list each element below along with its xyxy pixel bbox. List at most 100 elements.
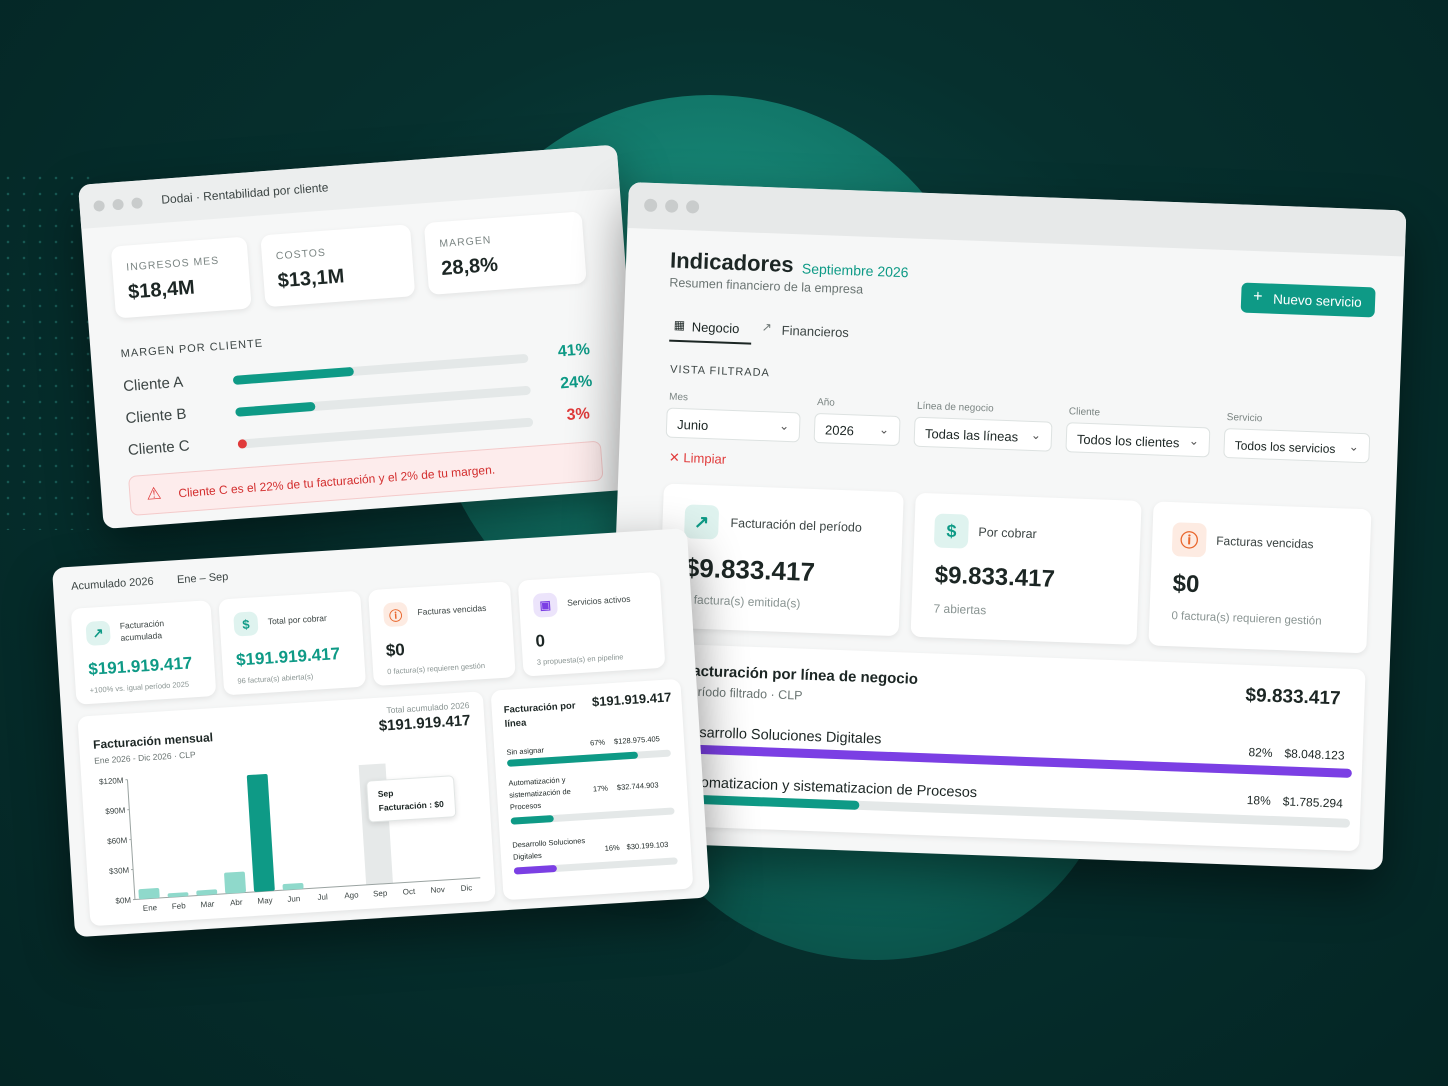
margin-bar-fill bbox=[232, 366, 355, 385]
x-tick-label: Jul bbox=[317, 892, 328, 902]
margin-bar-fill bbox=[237, 439, 248, 449]
page-title: Indicadores bbox=[669, 247, 795, 278]
kpi-sub: +100% vs. igual período 2025 bbox=[89, 679, 190, 695]
kpi-card-total-por-cobrar: $ Total por cobrar $191.919.417 96 factu… bbox=[218, 590, 367, 696]
client-pct: 24% bbox=[559, 373, 593, 393]
bar-ene[interactable] bbox=[138, 888, 160, 900]
x-tick-label: Ene bbox=[143, 903, 158, 913]
margin-bar-fill bbox=[235, 401, 316, 417]
monthly-chart-panel: Facturación mensual Ene 2026 - Dic 2026 … bbox=[77, 691, 496, 927]
line-value: $32.744.903 bbox=[616, 780, 659, 792]
kpi-sub: 3 propuesta(s) en pipeline bbox=[536, 652, 624, 667]
kpi-sub: 7 factura(s) emitida(s) bbox=[683, 592, 801, 611]
client-pct: 3% bbox=[566, 405, 591, 424]
panel-subtitle: Período filtrado · CLP bbox=[682, 684, 803, 703]
client-name: Cliente A bbox=[122, 373, 184, 396]
panel-total: $191.919.417 bbox=[591, 689, 672, 710]
panel-title: Facturación por línea bbox=[503, 700, 576, 730]
line-name: Sin asignar bbox=[506, 745, 545, 757]
kpi-value: $191.919.417 bbox=[235, 644, 341, 670]
kpi-value: 0 bbox=[534, 631, 546, 651]
kpi-label: COSTOS bbox=[275, 246, 327, 263]
kpi-card-margen: MARGEN 28,8% bbox=[423, 211, 587, 295]
lines-panel: Facturación por línea $191.919.417 Sin a… bbox=[490, 678, 694, 901]
filter-label: Cliente bbox=[1068, 406, 1101, 419]
clear-filters-link[interactable]: ✕ Limpiar bbox=[669, 450, 727, 468]
margin-bar bbox=[232, 353, 529, 385]
button-label: Nuevo servicio bbox=[1272, 291, 1362, 310]
x-tick-label: Abr bbox=[230, 898, 243, 908]
business-line-select[interactable]: Todas las líneas ⌄ bbox=[913, 416, 1053, 452]
x-tick-label: Oct bbox=[402, 887, 416, 897]
line-name: Desarrollo Soluciones Digitales bbox=[680, 724, 882, 748]
close-icon: ✕ bbox=[668, 449, 681, 466]
kpi-card-servicios-activos: ▣ Servicios activos 0 3 propuesta(s) en … bbox=[517, 571, 666, 677]
line-pct: 82% bbox=[1248, 745, 1273, 760]
x-tick-label: Feb bbox=[172, 901, 187, 911]
filter-label: Año bbox=[816, 397, 836, 409]
filter-label: Línea de negocio bbox=[916, 400, 994, 415]
kpi-card-facturacion-acumulada: ↗ Facturación acumulada $191.919.417 +10… bbox=[70, 600, 217, 705]
indicadores-window: Indicadores Septiembre 2026 Resumen fina… bbox=[604, 182, 1407, 871]
period-label: Septiembre 2026 bbox=[801, 260, 909, 281]
chart-subtitle: Ene 2026 - Dic 2026 · CLP bbox=[93, 749, 196, 766]
line-name: Automatización y sistematización de Proc… bbox=[508, 775, 572, 812]
year-select[interactable]: 2026 ⌄ bbox=[813, 412, 901, 447]
bar-may[interactable] bbox=[246, 773, 275, 892]
line-name: Desarrollo Soluciones Digitales bbox=[512, 836, 586, 862]
line-pct: 16% bbox=[604, 842, 620, 853]
kpi-value: $9.833.417 bbox=[934, 561, 1056, 593]
select-value: Todos los clientes bbox=[1076, 431, 1180, 451]
x-tick-label: May bbox=[257, 896, 273, 906]
line-bar-fill bbox=[510, 815, 554, 825]
line-bar-fill bbox=[678, 794, 860, 810]
kpi-card-por-cobrar: $ Por cobrar $9.833.417 7 abiertas bbox=[910, 492, 1142, 645]
tab-label: Financieros bbox=[781, 322, 850, 341]
tab-negocio[interactable]: ▦ Negocio bbox=[669, 313, 753, 345]
building-icon: ▦ bbox=[673, 317, 686, 333]
chart-total: $191.919.417 bbox=[378, 712, 471, 735]
x-tick-label: Sep bbox=[373, 889, 388, 899]
line-row: Desarrollo Soluciones Digitales 16% $30.… bbox=[491, 679, 681, 875]
month-select[interactable]: Junio ⌄ bbox=[665, 407, 801, 443]
client-pct: 41% bbox=[557, 341, 591, 361]
range-label: Ene – Sep bbox=[176, 570, 229, 587]
background-dots bbox=[0, 170, 90, 530]
chevron-down-icon: ⌄ bbox=[1348, 439, 1360, 454]
x-tick-label: Jun bbox=[287, 894, 300, 904]
kpi-sub: 0 factura(s) requieren gestión bbox=[1171, 610, 1322, 628]
select-value: Junio bbox=[676, 416, 709, 434]
select-value: 2026 bbox=[824, 422, 855, 439]
new-service-button[interactable]: + Nuevo servicio bbox=[1240, 282, 1376, 318]
kpi-value: $9.833.417 bbox=[684, 552, 816, 588]
x-tick-label: Mar bbox=[200, 899, 215, 909]
tooltip-month: Sep bbox=[377, 788, 394, 799]
y-tick-label: $60M bbox=[107, 836, 128, 846]
service-select[interactable]: Todos los servicios ⌄ bbox=[1223, 427, 1371, 464]
line-value: $8.048.123 bbox=[1284, 746, 1345, 763]
kpi-label: Facturas vencidas bbox=[417, 602, 487, 618]
line-pct: 18% bbox=[1246, 793, 1272, 808]
filtered-view-label: VISTA FILTRADA bbox=[669, 363, 771, 380]
kpi-card-ingresos: INGRESOS MES $18,4M bbox=[110, 236, 252, 319]
client-name: Cliente C bbox=[127, 437, 191, 459]
tab-financieros[interactable]: ↗ Financieros bbox=[759, 317, 860, 349]
kpi-value: 28,8% bbox=[440, 253, 499, 280]
kpi-label: INGRESOS MES bbox=[125, 254, 220, 274]
margin-bar bbox=[235, 385, 531, 417]
window-controls[interactable] bbox=[643, 198, 700, 214]
chevron-down-icon: ⌄ bbox=[878, 422, 890, 437]
bar-abr[interactable] bbox=[224, 871, 246, 894]
trend-icon: ↗ bbox=[761, 319, 773, 335]
client-select[interactable]: Todos los clientes ⌄ bbox=[1065, 422, 1211, 458]
line-value: $30.199.103 bbox=[626, 839, 669, 852]
kpi-label: Por cobrar bbox=[978, 525, 1037, 542]
kpi-value: $0 bbox=[1172, 570, 1200, 599]
client-name: Cliente B bbox=[125, 405, 187, 428]
x-axis bbox=[134, 877, 481, 900]
tooltip-value: Facturación : $0 bbox=[378, 798, 445, 813]
rentabilidad-window: Dodai · Rentabilidad por cliente INGRESO… bbox=[78, 144, 643, 530]
chart-tooltip: Sep Facturación : $0 bbox=[365, 775, 457, 823]
chevron-down-icon: ⌄ bbox=[1188, 433, 1200, 449]
line-value: $1.785.294 bbox=[1282, 794, 1344, 811]
